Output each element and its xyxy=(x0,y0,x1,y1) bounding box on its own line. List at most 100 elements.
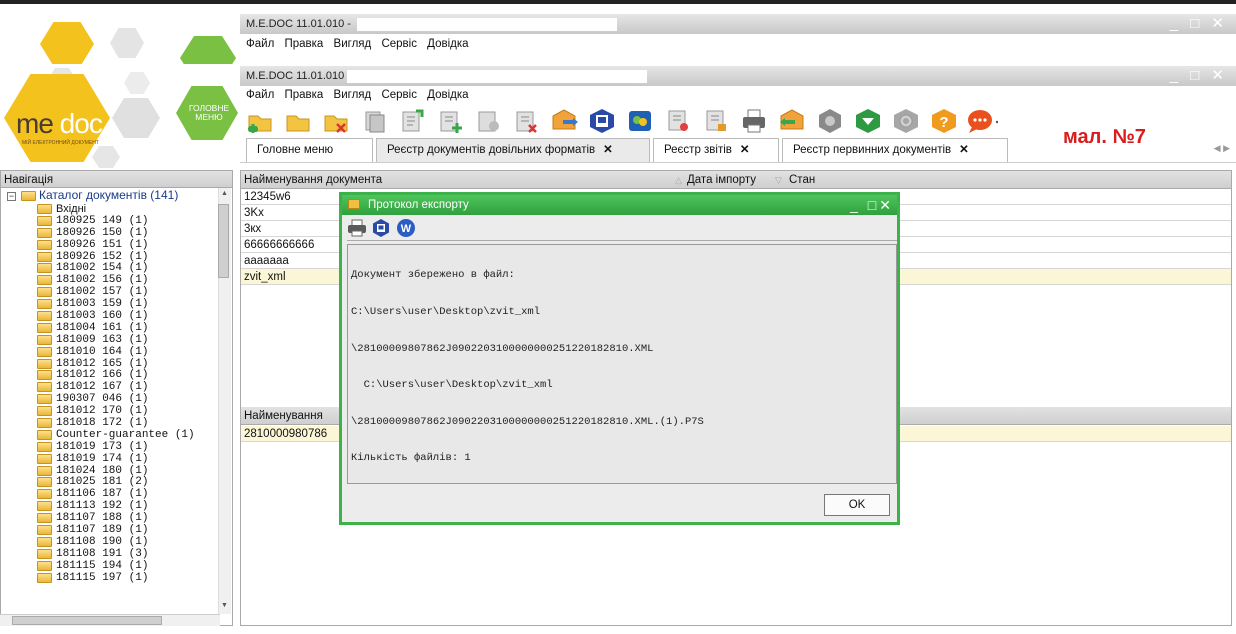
close-icon[interactable]: ✕ xyxy=(740,144,750,156)
tree-item[interactable]: 181003 160 (1) xyxy=(1,310,232,322)
add-icon[interactable] xyxy=(434,105,466,137)
tree-item[interactable]: 181019 173 (1) xyxy=(1,441,232,453)
tree-item[interactable]: 180926 151 (1) xyxy=(1,239,232,251)
mail-green-icon[interactable] xyxy=(852,105,884,137)
tree-item[interactable]: 181019 174 (1) xyxy=(1,453,232,465)
tree-item[interactable]: Вхідні xyxy=(1,203,232,215)
tab-primary-documents[interactable]: Реєстр первинних документів ✕ xyxy=(782,138,1008,162)
tab-arbitrary-documents[interactable]: Реєстр документів довільних форматів ✕ xyxy=(376,138,650,162)
gear-icon[interactable] xyxy=(814,105,846,137)
save-disk-icon[interactable] xyxy=(372,219,390,240)
settings-gray-icon[interactable] xyxy=(890,105,922,137)
tree-item[interactable]: 181115 197 (1) xyxy=(1,572,232,584)
receive-envelope-icon[interactable] xyxy=(776,105,808,137)
column-status[interactable]: Стан xyxy=(789,171,815,189)
tree-item-label: 180926 150 (1) xyxy=(56,226,149,239)
collapse-icon[interactable]: − xyxy=(7,192,16,201)
tree-item[interactable]: 181108 191 (3) xyxy=(1,548,232,560)
delete-document-icon[interactable] xyxy=(320,105,352,137)
menu-service[interactable]: Сервіс xyxy=(381,38,417,50)
tree-item[interactable]: 181002 154 (1) xyxy=(1,262,232,274)
menu-edit[interactable]: Правка xyxy=(284,38,323,50)
dialog-title-bar[interactable]: Протокол експорту _ □✕ xyxy=(342,195,897,215)
print-icon[interactable] xyxy=(347,219,367,240)
navigation-header: Навігація xyxy=(0,170,233,188)
menu-help[interactable]: Довідка xyxy=(427,89,468,101)
tree-item[interactable]: 181012 165 (1) xyxy=(1,358,232,370)
tree-item[interactable]: 181024 180 (1) xyxy=(1,465,232,477)
tree-item[interactable]: 181106 187 (1) xyxy=(1,488,232,500)
tree-item[interactable]: 181009 163 (1) xyxy=(1,334,232,346)
close-icon[interactable]: ✕ xyxy=(959,144,969,156)
copy-icon[interactable] xyxy=(358,105,390,137)
edit-icon[interactable] xyxy=(396,105,428,137)
window-controls[interactable]: _ □ ✕ xyxy=(1170,14,1228,34)
sort-icon[interactable]: △ xyxy=(675,171,682,189)
tree-item[interactable]: 181108 190 (1) xyxy=(1,536,232,548)
tree-item[interactable]: 181107 189 (1) xyxy=(1,524,232,536)
tree-item[interactable]: 181113 192 (1) xyxy=(1,500,232,512)
tree-item[interactable]: 181002 156 (1) xyxy=(1,274,232,286)
stamp-icon[interactable] xyxy=(662,105,694,137)
tree-item[interactable]: 180926 152 (1) xyxy=(1,251,232,263)
tree-item[interactable]: 181025 181 (2) xyxy=(1,476,232,488)
menu-file[interactable]: Файл xyxy=(246,38,274,50)
word-export-icon[interactable]: W xyxy=(396,218,416,241)
tab-scroll-arrows[interactable]: ◀ ▶ xyxy=(1214,143,1230,154)
tree-item[interactable]: 190307 046 (1) xyxy=(1,393,232,405)
tab-main-menu[interactable]: Головне меню xyxy=(246,138,373,162)
tree-item[interactable]: 181018 172 (1) xyxy=(1,417,232,429)
tree-item[interactable]: Counter-guarantee (1) xyxy=(1,429,232,441)
menu-service[interactable]: Сервіс xyxy=(381,89,417,101)
print-icon[interactable] xyxy=(738,105,770,137)
background-title-bar[interactable]: M.E.DOC 11.01.010 - _ □ ✕ xyxy=(240,14,1236,34)
menu-edit[interactable]: Правка xyxy=(284,89,323,101)
chat-icon[interactable] xyxy=(966,105,998,137)
nav-hscroll-thumb[interactable] xyxy=(12,616,162,625)
tree-item[interactable]: 181012 166 (1) xyxy=(1,369,232,381)
menu-view[interactable]: Вигляд xyxy=(334,38,372,50)
tree-item[interactable]: 181012 167 (1) xyxy=(1,381,232,393)
tree-item[interactable]: 180926 150 (1) xyxy=(1,227,232,239)
remove-icon[interactable] xyxy=(510,105,542,137)
folder-icon xyxy=(37,239,52,250)
lock-icon[interactable] xyxy=(700,105,732,137)
window-controls[interactable]: _ □ ✕ xyxy=(1170,66,1228,86)
menu-file[interactable]: Файл xyxy=(246,89,274,101)
tree-item[interactable]: 181002 157 (1) xyxy=(1,286,232,298)
tree-item[interactable]: 181107 188 (1) xyxy=(1,512,232,524)
save-disk-icon[interactable] xyxy=(586,105,618,137)
tree-item[interactable]: 180925 149 (1) xyxy=(1,215,232,227)
new-document-icon[interactable] xyxy=(244,105,276,137)
properties-icon[interactable] xyxy=(472,105,504,137)
open-folder-icon[interactable] xyxy=(282,105,314,137)
menu-view[interactable]: Вигляд xyxy=(334,89,372,101)
nav-scroll-thumb[interactable] xyxy=(218,204,229,278)
help-icon[interactable]: ? xyxy=(928,105,960,137)
ok-button[interactable]: OK xyxy=(824,494,890,516)
column-document-name[interactable]: Найменування документа xyxy=(244,171,382,189)
tree-item[interactable]: 181115 194 (1) xyxy=(1,560,232,572)
folder-icon xyxy=(37,429,52,440)
main-menu-tile-label[interactable]: ГОЛОВНЕ МЕНЮ xyxy=(184,104,234,122)
filter-icon[interactable]: ▽ xyxy=(775,171,782,189)
tree-item[interactable]: 181003 159 (1) xyxy=(1,298,232,310)
tree-item[interactable]: 181012 170 (1) xyxy=(1,405,232,417)
close-icon[interactable]: ✕ xyxy=(603,144,613,156)
column-file-name[interactable]: Найменування xyxy=(244,407,323,425)
export-log-text[interactable]: Документ збережено в файл: C:\Users\user… xyxy=(347,244,897,484)
send-envelope-icon[interactable] xyxy=(548,105,580,137)
tree-root[interactable]: − Каталог документів (141) xyxy=(1,189,232,203)
sign-icon[interactable] xyxy=(624,105,656,137)
tree-item-label: 181106 187 (1) xyxy=(56,488,149,501)
menu-help[interactable]: Довідка xyxy=(427,38,468,50)
tree-item[interactable]: 181010 164 (1) xyxy=(1,346,232,358)
background-menu-bar: Файл Правка Вигляд Сервіс Довідка xyxy=(240,35,476,53)
main-title-bar[interactable]: M.E.DOC 11.01.010 _ □ ✕ xyxy=(240,66,1236,86)
tab-reports[interactable]: Реєстр звітів ✕ xyxy=(653,138,779,162)
scroll-down-arrow[interactable]: ▼ xyxy=(221,602,228,609)
column-import-date[interactable]: Дата імпорту xyxy=(687,171,756,189)
tree-item[interactable]: 181004 161 (1) xyxy=(1,322,232,334)
scroll-up-arrow[interactable]: ▲ xyxy=(221,190,228,197)
dialog-window-controls[interactable]: _ □✕ xyxy=(850,195,894,215)
